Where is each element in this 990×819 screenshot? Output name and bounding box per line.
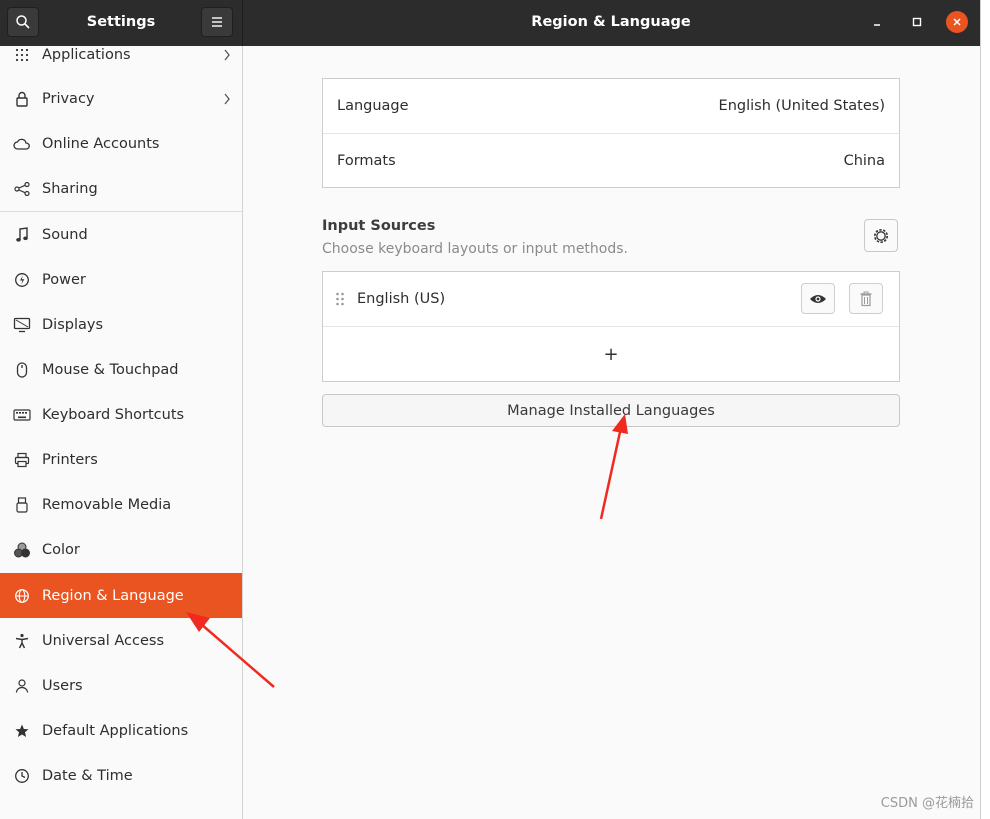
sidebar-item-privacy[interactable]: Privacy — [0, 76, 242, 121]
sidebar-item-region-language[interactable]: Region & Language — [0, 573, 242, 618]
sidebar-item-label: Power — [42, 271, 86, 288]
menu-button[interactable] — [201, 7, 233, 37]
input-sources-subtitle: Choose keyboard layouts or input methods… — [322, 241, 628, 257]
language-formats-card: Language English (United States) Formats… — [322, 78, 900, 188]
sidebar-item-label: Keyboard Shortcuts — [42, 406, 185, 423]
minimize-icon — [874, 24, 880, 26]
sidebar-item-label: Mouse & Touchpad — [42, 361, 179, 378]
formats-row[interactable]: Formats China — [323, 133, 899, 187]
sidebar-item-label: Color — [42, 541, 80, 558]
sidebar-item-users[interactable]: Users — [0, 663, 242, 708]
mouse-icon — [0, 361, 42, 378]
sidebar-item-keyboard-shortcuts[interactable]: Keyboard Shortcuts — [0, 392, 242, 437]
sidebar-item-power[interactable]: Power — [0, 257, 242, 302]
watermark: CSDN @花楠拾 — [880, 796, 974, 811]
power-icon — [0, 272, 42, 288]
sidebar-item-label: Online Accounts — [42, 135, 160, 152]
printer-icon — [0, 452, 42, 468]
input-source-row[interactable]: English (US) — [323, 272, 899, 326]
users-icon — [0, 678, 42, 694]
sidebar-title: Settings — [86, 14, 156, 30]
sidebar-item-label: Removable Media — [42, 496, 172, 513]
preview-layout-button[interactable] — [801, 283, 835, 314]
add-input-source-button[interactable]: + — [323, 326, 899, 381]
sidebar-item-online-accounts[interactable]: Online Accounts — [0, 121, 242, 166]
sidebar-item-label: Users — [42, 677, 83, 694]
sidebar-item-label: Displays — [42, 316, 104, 333]
sidebar-item-label: Applications — [42, 46, 131, 63]
manage-installed-languages-button[interactable]: Manage Installed Languages — [322, 394, 900, 427]
grid-icon — [0, 48, 42, 62]
sidebar-item-date-time[interactable]: Date & Time — [0, 753, 242, 798]
sidebar-item-color[interactable]: Color — [0, 527, 242, 572]
sidebar-item-label: Printers — [42, 451, 98, 468]
input-sources-title: Input Sources — [322, 218, 436, 234]
drag-handle-icon[interactable] — [323, 291, 357, 307]
sidebar-item-applications[interactable]: Applications — [0, 46, 242, 77]
remove-input-source-button[interactable] — [849, 283, 883, 314]
color-icon — [0, 542, 42, 558]
maximize-icon — [912, 17, 922, 27]
cloud-icon — [0, 138, 42, 150]
close-button[interactable] — [946, 11, 968, 33]
accessibility-icon — [0, 633, 42, 649]
sidebar-item-sound[interactable]: Sound — [0, 212, 242, 257]
gear-icon — [874, 228, 888, 243]
sidebar-item-label: Privacy — [42, 90, 95, 107]
trash-icon — [860, 291, 872, 306]
main-panel: Language English (United States) Formats… — [243, 46, 980, 819]
star-icon — [0, 723, 42, 739]
media-icon — [0, 496, 42, 513]
globe-icon — [0, 588, 42, 604]
sidebar-item-displays[interactable]: Displays — [0, 302, 242, 347]
music-note-icon — [0, 226, 42, 243]
input-sources-list: English (US) + — [322, 271, 900, 382]
search-button[interactable] — [7, 7, 39, 37]
display-icon — [0, 317, 42, 333]
sidebar-item-label: Sharing — [42, 180, 98, 197]
language-label: Language — [337, 98, 409, 114]
input-sources-options-button[interactable] — [864, 219, 898, 252]
sidebar-item-default-applications[interactable]: Default Applications — [0, 708, 242, 753]
keyboard-icon — [0, 408, 42, 421]
sidebar-item-label: Date & Time — [42, 767, 133, 784]
clock-icon — [0, 768, 42, 784]
formats-label: Formats — [337, 152, 396, 169]
share-icon — [0, 181, 42, 196]
lock-icon — [0, 91, 42, 107]
sidebar-item-sharing[interactable]: Sharing — [0, 166, 242, 211]
sidebar-item-label: Default Applications — [42, 722, 189, 739]
chevron-right-icon — [212, 48, 242, 62]
sidebar-item-label: Universal Access — [42, 632, 165, 649]
chevron-right-icon — [212, 92, 242, 106]
close-icon — [953, 18, 961, 26]
settings-window: Settings Region & Language Applications … — [0, 0, 981, 819]
input-source-name: English (US) — [357, 291, 446, 307]
eye-icon — [810, 294, 826, 303]
sidebar-item-label: Region & Language — [42, 587, 184, 604]
sidebar-item-removable-media[interactable]: Removable Media — [0, 482, 242, 527]
language-value: English (United States) — [718, 98, 885, 114]
formats-value: China — [843, 152, 885, 169]
sidebar-item-label: Sound — [42, 226, 88, 243]
sidebar-item-mouse-touchpad[interactable]: Mouse & Touchpad — [0, 347, 242, 392]
add-icon: + — [603, 343, 619, 365]
hamburger-menu-icon — [212, 17, 222, 27]
header-bar: Settings Region & Language — [0, 0, 980, 46]
sidebar-header: Settings — [0, 0, 243, 46]
maximize-button[interactable] — [906, 11, 928, 33]
sidebar: Applications Privacy Online Accounts Sha… — [0, 46, 243, 819]
sidebar-item-printers[interactable]: Printers — [0, 437, 242, 482]
search-icon — [16, 15, 30, 29]
sidebar-item-universal-access[interactable]: Universal Access — [0, 618, 242, 663]
minimize-button[interactable] — [866, 11, 888, 33]
language-row[interactable]: Language English (United States) — [323, 79, 899, 133]
